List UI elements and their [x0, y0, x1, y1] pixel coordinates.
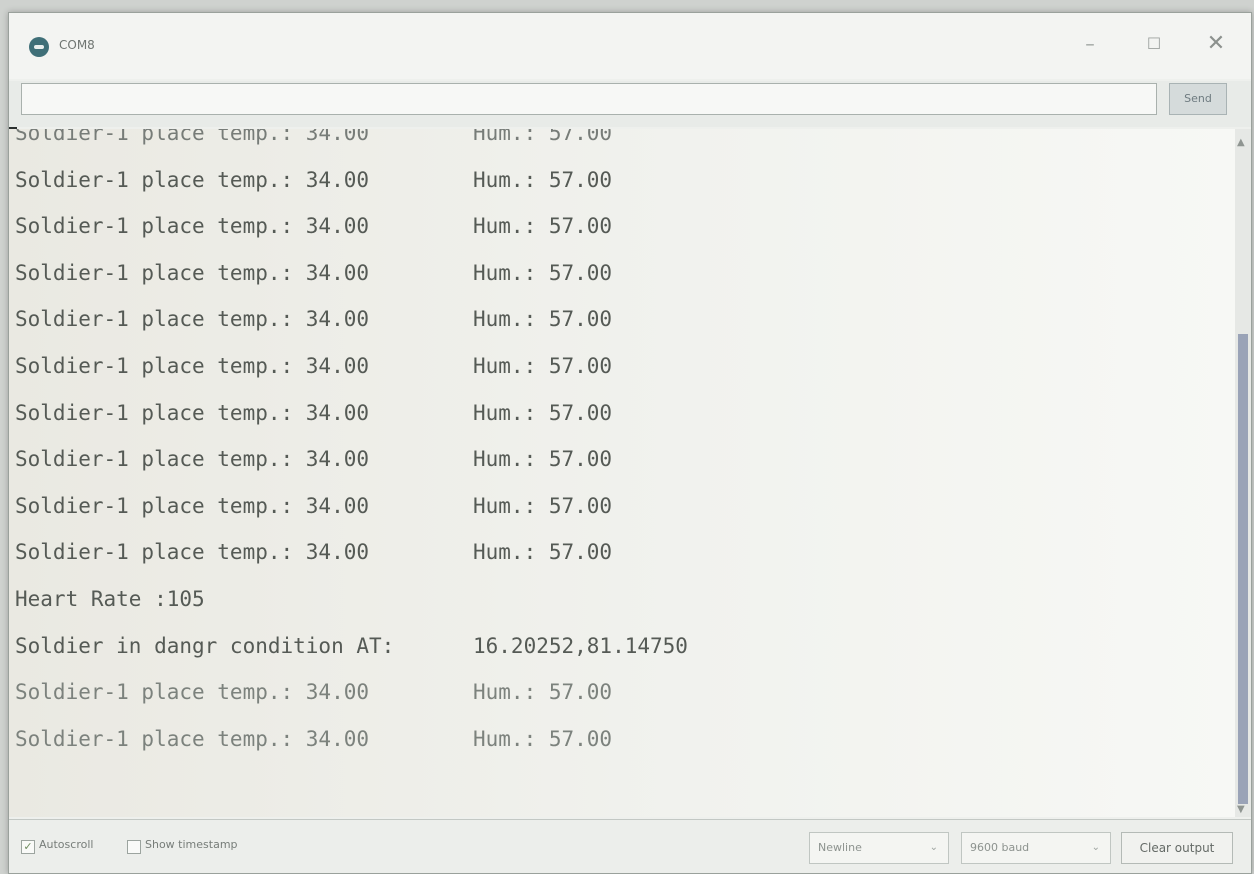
- autoscroll-label: Autoscroll: [39, 838, 94, 851]
- serial-output: Soldier-1 place temp.: 34.00 Hum.: 57.00 S…: [9, 129, 1235, 817]
- output-line: Soldier-1 place temp.: 34.00 Hum.: 57.00: [15, 162, 612, 198]
- output-line: Soldier in dangr condition AT: 16.20252,8…: [15, 628, 688, 664]
- chevron-down-icon: ⌄: [1091, 842, 1100, 853]
- output-line-value: Hum.: 57.00: [473, 680, 613, 705]
- serial-monitor-window: COM8 – ☐ ✕ Send Soldier-1 place temp.: 3…: [8, 12, 1252, 874]
- minimize-button[interactable]: –: [1073, 29, 1107, 59]
- output-line-text: Heart Rate :105: [15, 587, 205, 611]
- output-line-text: Soldier-1 place temp.: 34.00: [15, 447, 370, 472]
- output-line: Soldier-1 place temp.: 34.00 Hum.: 57.00: [15, 129, 612, 151]
- output-line: Soldier-1 place temp.: 34.00 Hum.: 57.00: [15, 534, 612, 570]
- output-line-text: Soldier-1 place temp.: 34.00: [15, 540, 370, 565]
- window-title: COM8: [59, 38, 95, 52]
- output-line: Soldier-1 place temp.: 34.00 Hum.: 57.00: [15, 348, 612, 384]
- output-line-value: Hum.: 57.00: [473, 129, 613, 145]
- maximize-button[interactable]: ☐: [1137, 29, 1171, 59]
- output-scrollbar[interactable]: ▲ ▼: [1235, 129, 1251, 817]
- output-line-value: 16.20252,81.14750: [473, 633, 688, 658]
- clear-output-button[interactable]: Clear output: [1121, 832, 1233, 864]
- output-line-text: Soldier in dangr condition AT:: [15, 633, 395, 658]
- autoscroll-checkbox[interactable]: ✓: [21, 840, 35, 854]
- output-line: Heart Rate :105: [15, 581, 205, 617]
- output-line: Soldier-1 place temp.: 34.00 Hum.: 57.00: [15, 488, 612, 524]
- output-line: Soldier-1 place temp.: 34.00 Hum.: 57.00: [15, 674, 612, 710]
- chevron-up-icon[interactable]: ▲: [1237, 137, 1245, 148]
- output-line: Soldier-1 place temp.: 34.00 Hum.: 57.00: [15, 441, 612, 477]
- send-button[interactable]: Send: [1169, 83, 1227, 115]
- output-line-value: Hum.: 57.00: [473, 214, 613, 239]
- close-button[interactable]: ✕: [1199, 29, 1233, 59]
- serial-input-field[interactable]: [21, 83, 1157, 115]
- title-bar: COM8 – ☐ ✕: [9, 13, 1251, 79]
- output-line-text: Soldier-1 place temp.: 34.00: [15, 726, 370, 751]
- chevron-down-icon: ⌄: [929, 842, 938, 853]
- output-line-text: Soldier-1 place temp.: 34.00: [15, 493, 370, 518]
- output-line-value: Hum.: 57.00: [473, 400, 613, 425]
- output-line-value: Hum.: 57.00: [473, 447, 613, 472]
- output-line-text: Soldier-1 place temp.: 34.00: [15, 354, 370, 378]
- output-line-text: Soldier-1 place temp.: 34.00: [15, 680, 370, 705]
- output-line-text: Soldier-1 place temp.: 34.00: [15, 129, 370, 145]
- output-line-value: Hum.: 57.00: [473, 167, 613, 192]
- output-line: Soldier-1 place temp.: 34.00 Hum.: 57.00: [15, 721, 612, 757]
- output-line-text: Soldier-1 place temp.: 34.00: [15, 260, 370, 285]
- output-line: Soldier-1 place temp.: 34.00 Hum.: 57.00: [15, 255, 612, 291]
- output-line: Soldier-1 place temp.: 34.00 Hum.: 57.00: [15, 208, 612, 244]
- output-line-value: Hum.: 57.00: [473, 354, 613, 378]
- output-line-value: Hum.: 57.00: [473, 260, 613, 285]
- line-ending-select[interactable]: Newline ⌄: [809, 832, 949, 864]
- output-line-text: Soldier-1 place temp.: 34.00: [15, 307, 370, 332]
- output-line-text: Soldier-1 place temp.: 34.00: [15, 214, 370, 239]
- output-line-value: Hum.: 57.00: [473, 726, 613, 751]
- output-line-value: Hum.: 57.00: [473, 540, 613, 565]
- output-line-text: Soldier-1 place temp.: 34.00: [15, 400, 370, 425]
- line-ending-value: Newline: [818, 841, 862, 854]
- baud-rate-value: 9600 baud: [970, 841, 1030, 854]
- baud-rate-select[interactable]: 9600 baud ⌄: [961, 832, 1111, 864]
- arduino-icon: [29, 37, 49, 57]
- timestamp-checkbox[interactable]: [127, 840, 141, 854]
- output-line-text: Soldier-1 place temp.: 34.00: [15, 167, 370, 192]
- scrollbar-thumb[interactable]: [1238, 334, 1248, 804]
- output-line: Soldier-1 place temp.: 34.00 Hum.: 57.00: [15, 395, 612, 431]
- chevron-down-icon[interactable]: ▼: [1237, 804, 1245, 815]
- footer-bar: ✓ Autoscroll Show timestamp Newline ⌄ 96…: [9, 819, 1251, 873]
- output-line: Soldier-1 place temp.: 34.00 Hum.: 57.00: [15, 301, 612, 337]
- output-line-value: Hum.: 57.00: [473, 307, 613, 332]
- output-line-value: Hum.: 57.00: [473, 493, 613, 518]
- timestamp-label: Show timestamp: [145, 838, 238, 851]
